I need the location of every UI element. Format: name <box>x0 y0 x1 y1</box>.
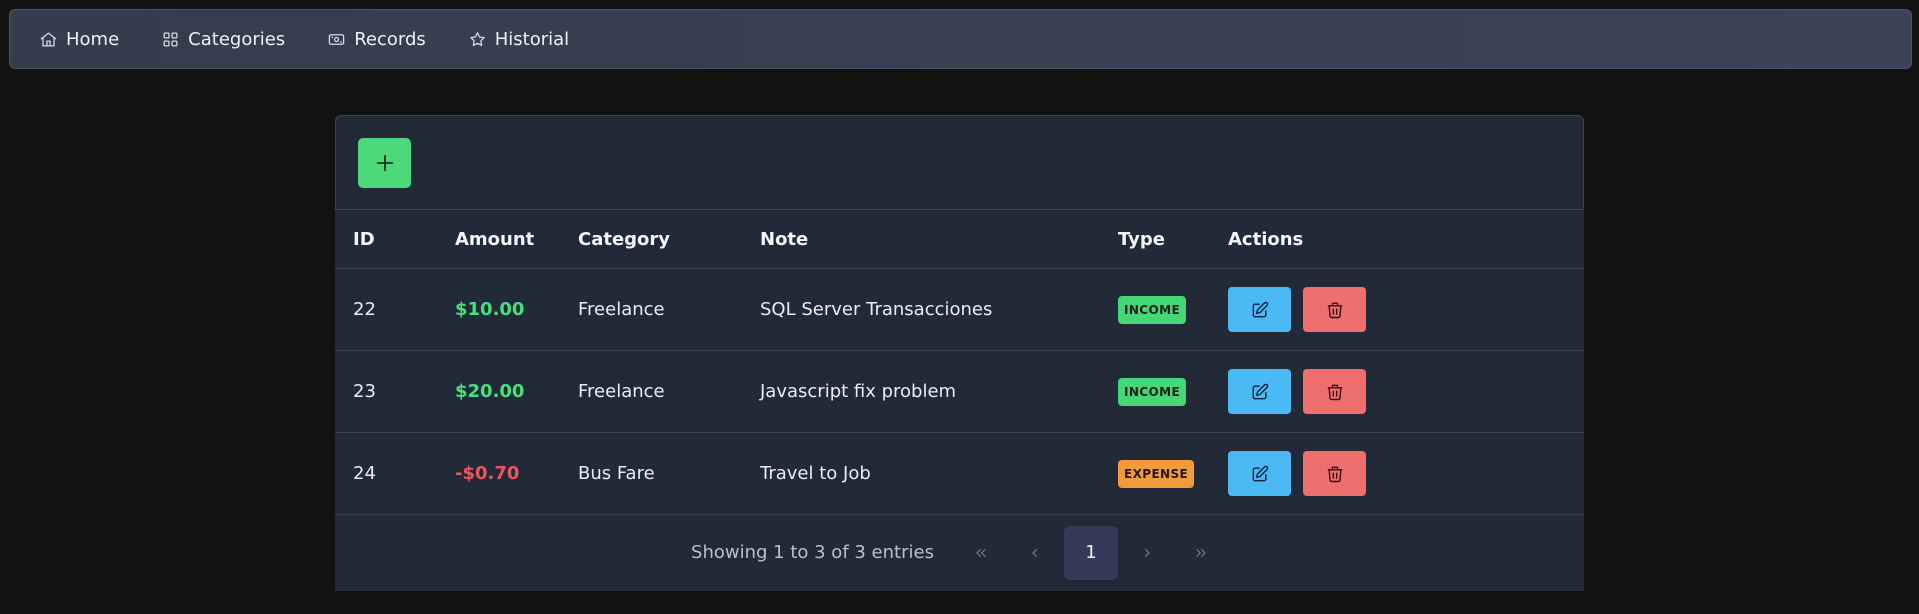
trash-icon <box>1327 466 1342 482</box>
type-badge: INCOME <box>1118 295 1187 324</box>
cell-type: INCOME <box>1118 350 1228 433</box>
cell-amount: $20.00 <box>455 350 578 433</box>
delete-button[interactable] <box>1303 369 1366 414</box>
grid-icon <box>163 32 178 46</box>
money-icon <box>328 33 345 45</box>
nav-records[interactable]: Records <box>327 29 426 50</box>
cell-note: Travel to Job <box>760 432 1118 515</box>
table-row: 24 -$0.70 Bus Fare Travel to Job EXPENSE <box>335 432 1584 515</box>
type-badge: EXPENSE <box>1118 459 1195 488</box>
chevron-left-icon <box>1032 548 1037 557</box>
delete-button[interactable] <box>1303 451 1366 496</box>
nav-home[interactable]: Home <box>39 29 119 50</box>
nav-categories[interactable]: Categories <box>161 29 285 50</box>
header-actions: Actions <box>1228 210 1584 269</box>
trash-icon <box>1327 302 1342 318</box>
last-page-button[interactable] <box>1174 526 1228 580</box>
cell-actions <box>1228 350 1584 433</box>
table-row: 23 $20.00 Freelance Javascript fix probl… <box>335 350 1584 433</box>
table-header-row: ID Amount Category Note Type Actions <box>335 210 1584 269</box>
table-row: 22 $10.00 Freelance SQL Server Transacci… <box>335 268 1584 351</box>
header-note[interactable]: Note <box>760 210 1118 269</box>
cell-type: EXPENSE <box>1118 432 1228 515</box>
cell-id: 23 <box>335 350 455 433</box>
first-page-button[interactable] <box>954 526 1008 580</box>
cell-category: Bus Fare <box>578 432 760 515</box>
edit-icon <box>1252 301 1268 317</box>
nav-categories-label: Categories <box>188 28 286 50</box>
header-amount[interactable]: Amount <box>455 210 578 269</box>
pagination: Showing 1 to 3 of 3 entries 1 <box>335 514 1584 591</box>
edit-icon <box>1252 383 1268 399</box>
cell-note: Javascript fix problem <box>760 350 1118 433</box>
edit-button[interactable] <box>1228 287 1291 332</box>
header-category[interactable]: Category <box>578 210 760 269</box>
cell-amount: -$0.70 <box>455 432 578 515</box>
top-navbar: Home Categories Records Historial <box>9 9 1912 69</box>
nav-historial[interactable]: Historial <box>468 29 569 50</box>
edit-icon <box>1252 465 1268 481</box>
records-table-container: ID Amount Category Note Type Actions 22 … <box>335 210 1584 591</box>
chevrons-left-icon <box>976 548 986 557</box>
chevron-right-icon <box>1145 548 1150 557</box>
pagination-info: Showing 1 to 3 of 3 entries <box>691 542 934 563</box>
cell-actions <box>1228 268 1584 351</box>
records-table: ID Amount Category Note Type Actions 22 … <box>335 210 1584 515</box>
edit-button[interactable] <box>1228 451 1291 496</box>
nav-records-label: Records <box>354 28 426 50</box>
cell-actions <box>1228 432 1584 515</box>
edit-button[interactable] <box>1228 369 1291 414</box>
delete-button[interactable] <box>1303 287 1366 332</box>
cell-id: 22 <box>335 268 455 351</box>
nav-historial-label: Historial <box>494 28 570 50</box>
type-badge: INCOME <box>1118 377 1187 406</box>
cell-category: Freelance <box>578 350 760 433</box>
star-icon <box>469 31 485 46</box>
header-type[interactable]: Type <box>1118 210 1228 269</box>
cell-category: Freelance <box>578 268 760 351</box>
home-icon <box>40 32 57 46</box>
header-id[interactable]: ID <box>335 210 455 269</box>
trash-icon <box>1327 384 1342 400</box>
cell-type: INCOME <box>1118 268 1228 351</box>
cell-id: 24 <box>335 432 455 515</box>
page-number-button[interactable]: 1 <box>1063 525 1118 580</box>
cell-amount: $10.00 <box>455 268 578 351</box>
add-record-button[interactable] <box>358 138 411 188</box>
cell-note: SQL Server Transacciones <box>760 268 1118 351</box>
next-page-button[interactable] <box>1120 526 1174 580</box>
chevrons-right-icon <box>1196 548 1206 557</box>
nav-home-label: Home <box>66 28 120 50</box>
plus-icon <box>376 154 393 172</box>
toolbar-panel <box>335 115 1584 210</box>
prev-page-button[interactable] <box>1008 526 1062 580</box>
